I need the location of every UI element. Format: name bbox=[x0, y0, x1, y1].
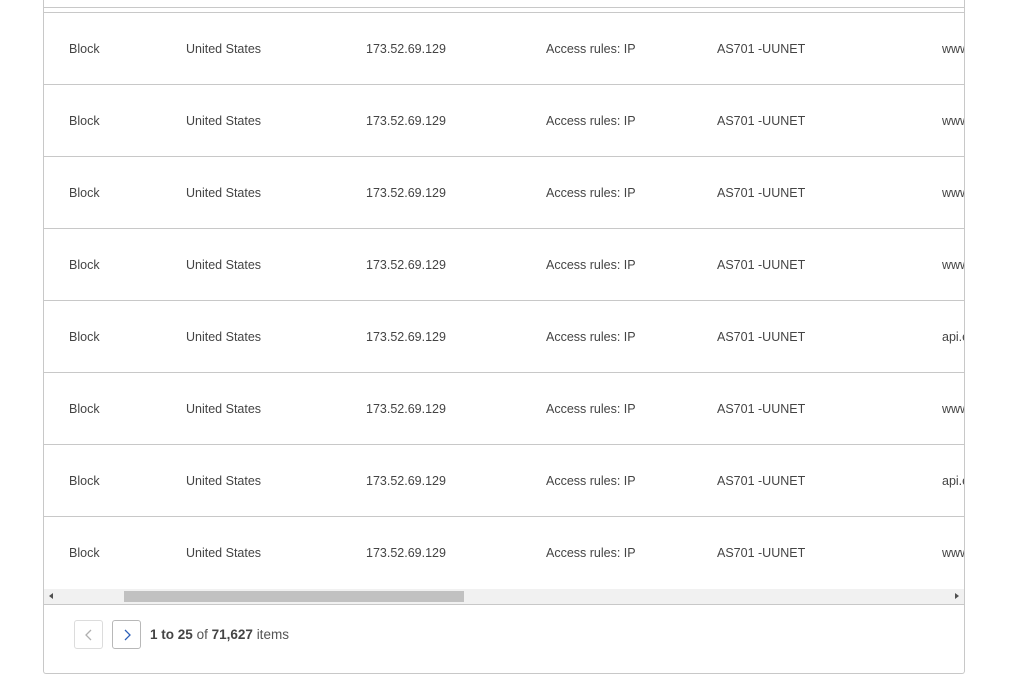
cell-ip-address: 173.52.69.129 bbox=[366, 474, 446, 488]
previous-page-button[interactable] bbox=[74, 620, 103, 649]
cell-host: www.example.com bbox=[942, 42, 964, 56]
cell-host: www.example.com bbox=[942, 546, 964, 560]
table-viewport: Block United States 173.52.69.129 Access ru… bbox=[44, 0, 964, 589]
chevron-right-icon bbox=[124, 629, 131, 641]
cell-action: Block bbox=[69, 546, 100, 560]
cell-host: api.example.com bbox=[942, 330, 964, 344]
cell-action: Block bbox=[69, 114, 100, 128]
cell-asn: AS701 -UUNET bbox=[717, 186, 806, 200]
cell-country: United States bbox=[186, 546, 262, 560]
cell-asn: AS701 -UUNET bbox=[717, 546, 806, 560]
cell-host: www.example.com bbox=[942, 114, 964, 128]
cell-country: United States bbox=[186, 186, 262, 200]
cell-asn: AS701 -UUNET bbox=[717, 114, 806, 128]
table-row[interactable]: Block United States 173.52.69.129 Access ru… bbox=[44, 156, 964, 228]
cell-service: Access rules: IP bbox=[546, 114, 636, 128]
cell-host: api.example.com bbox=[942, 474, 964, 488]
cell-service: Access rules: IP bbox=[546, 186, 636, 200]
table-row[interactable]: Block United States 173.52.69.129 Access ru… bbox=[44, 444, 964, 516]
total-items: 71,627 bbox=[211, 627, 253, 642]
cell-country: United States bbox=[186, 114, 262, 128]
scrollbar-thumb[interactable] bbox=[124, 591, 464, 602]
table-row[interactable]: Block United States 173.52.69.129 Access ru… bbox=[44, 228, 964, 300]
cell-service: Access rules: IP bbox=[546, 42, 636, 56]
cell-asn: AS701 -UUNET bbox=[717, 42, 806, 56]
items-label: items bbox=[256, 627, 289, 642]
cell-ip-address: 173.52.69.129 bbox=[366, 42, 446, 56]
cell-ip-address: 173.52.69.129 bbox=[366, 546, 446, 560]
cell-ip-address: 173.52.69.129 bbox=[366, 330, 446, 344]
events-table-panel: Block United States 173.52.69.129 Access ru… bbox=[43, 0, 965, 674]
range-start: 1 bbox=[150, 627, 158, 642]
cell-country: United States bbox=[186, 474, 262, 488]
table-row[interactable]: Block United States 173.52.69.129 Access ru… bbox=[44, 372, 964, 444]
table-row[interactable]: Block United States 173.52.69.129 Access ru… bbox=[44, 12, 964, 84]
cell-action: Block bbox=[69, 42, 100, 56]
table-row[interactable]: Block United States 173.52.69.129 Access ru… bbox=[44, 516, 964, 588]
cell-ip-address: 173.52.69.129 bbox=[366, 186, 446, 200]
cell-ip-address: 173.52.69.129 bbox=[366, 258, 446, 272]
cell-action: Block bbox=[69, 186, 100, 200]
cell-ip-address: 173.52.69.129 bbox=[366, 402, 446, 416]
range-to: to bbox=[161, 627, 175, 642]
table-row[interactable]: Block United States 173.52.69.129 Access ru… bbox=[44, 84, 964, 156]
cell-service: Access rules: IP bbox=[546, 258, 636, 272]
table-header-divider bbox=[44, 7, 964, 8]
next-page-button[interactable] bbox=[112, 620, 141, 649]
table-row[interactable]: Block United States 173.52.69.129 Access ru… bbox=[44, 300, 964, 372]
cell-action: Block bbox=[69, 258, 100, 272]
cell-action: Block bbox=[69, 330, 100, 344]
scroll-left-arrow-icon[interactable] bbox=[44, 589, 59, 604]
horizontal-scrollbar[interactable] bbox=[44, 589, 964, 605]
cell-action: Block bbox=[69, 402, 100, 416]
cell-country: United States bbox=[186, 42, 262, 56]
cell-country: United States bbox=[186, 330, 262, 344]
range-end: 25 bbox=[177, 627, 193, 642]
cell-host: www.example.com bbox=[942, 402, 964, 416]
cell-service: Access rules: IP bbox=[546, 474, 636, 488]
table-body: Block United States 173.52.69.129 Access ru… bbox=[44, 12, 964, 588]
scroll-right-arrow-icon[interactable] bbox=[949, 589, 964, 604]
of-label: of bbox=[196, 627, 208, 642]
cell-action: Block bbox=[69, 474, 100, 488]
chevron-left-icon bbox=[85, 629, 92, 641]
cell-service: Access rules: IP bbox=[546, 330, 636, 344]
cell-service: Access rules: IP bbox=[546, 546, 636, 560]
pagination-summary: 1 to 25 of 71,627 items bbox=[150, 620, 289, 649]
cell-country: United States bbox=[186, 402, 262, 416]
cell-country: United States bbox=[186, 258, 262, 272]
cell-asn: AS701 -UUNET bbox=[717, 402, 806, 416]
cell-asn: AS701 -UUNET bbox=[717, 474, 806, 488]
cell-service: Access rules: IP bbox=[546, 402, 636, 416]
cell-asn: AS701 -UUNET bbox=[717, 258, 806, 272]
cell-ip-address: 173.52.69.129 bbox=[366, 114, 446, 128]
pagination: 1 to 25 of 71,627 items bbox=[44, 605, 964, 673]
cell-host: www.example.com bbox=[942, 258, 964, 272]
cell-host: www.example.com bbox=[942, 186, 964, 200]
cell-asn: AS701 -UUNET bbox=[717, 330, 806, 344]
